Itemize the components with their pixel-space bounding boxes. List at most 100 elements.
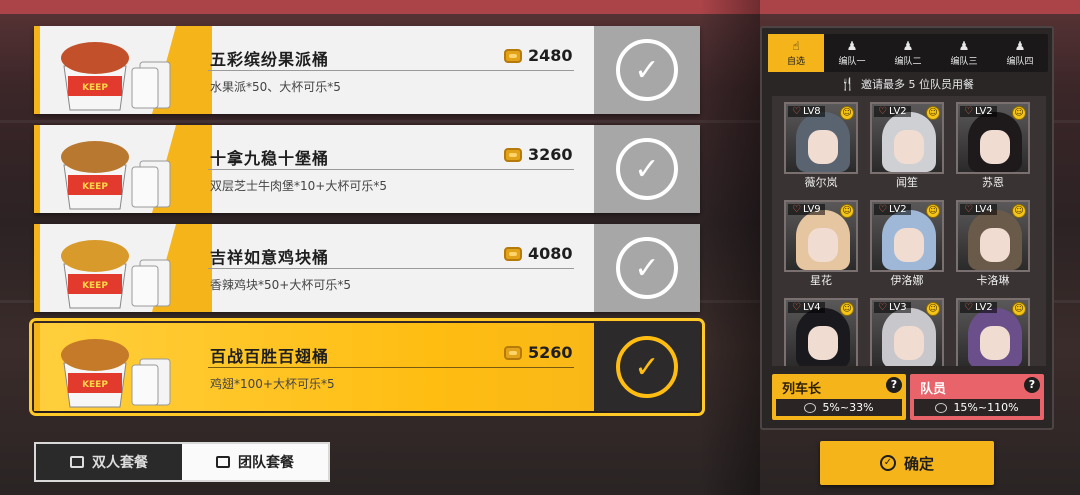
- level-badge: LV2: [960, 302, 997, 313]
- character-roster: LV8 ☺ 薇尔岚 LV2 ☺ 闻笙 LV2 ☺ 苏恩 LV9: [772, 96, 1046, 366]
- tab-label: 自选: [786, 56, 805, 67]
- card-accent: [34, 224, 40, 312]
- level-badge: LV8: [788, 106, 825, 117]
- character-face: [980, 228, 1010, 262]
- check-icon: ✓: [616, 39, 678, 101]
- character-card[interactable]: LV3 ☺: [870, 298, 944, 366]
- bonus-range-value: 5%~33%: [822, 401, 874, 414]
- level-badge: LV2: [874, 204, 911, 215]
- character-card[interactable]: LV9 ☺ 星花: [784, 200, 858, 288]
- svg-text:KEEP: KEEP: [82, 182, 108, 192]
- set-type-tabs: 双人套餐 团队套餐: [34, 442, 330, 482]
- tab-duo-set[interactable]: 双人套餐: [36, 444, 182, 480]
- meal-card-selected[interactable]: KEEP 百战百胜百翅桶 鸡翅*100+大杯可乐*5 5260 ✓: [29, 318, 705, 416]
- character-portrait: LV8 ☺: [784, 102, 858, 174]
- character-face: [808, 130, 838, 164]
- meal-divider: [208, 70, 574, 71]
- character-face: [894, 228, 924, 262]
- mood-icon: ☺: [926, 204, 940, 218]
- heart-icon: [935, 402, 948, 413]
- team-icon: ♟: [902, 38, 914, 53]
- mood-icon: ☺: [840, 106, 854, 120]
- character-face: [894, 130, 924, 164]
- confirm-button[interactable]: ✓ 确定: [820, 441, 994, 485]
- character-face: [894, 326, 924, 360]
- bucket-icon: KEEP: [61, 339, 171, 408]
- member-slot[interactable]: 队员 ? 15%~110%: [910, 374, 1044, 420]
- character-name: 薇尔岚: [804, 176, 838, 189]
- character-name: 伊洛娜: [890, 274, 924, 287]
- coin-icon: [504, 345, 522, 360]
- svg-text:KEEP: KEEP: [82, 83, 108, 93]
- svg-text:KEEP: KEEP: [82, 380, 108, 390]
- meal-name: 十拿九稳十堡桶: [210, 149, 330, 168]
- price-value: 5260: [528, 343, 573, 362]
- card-accent: [34, 26, 40, 114]
- mood-icon: ☺: [926, 106, 940, 120]
- mood-icon: ☺: [1012, 106, 1026, 120]
- character-card[interactable]: LV2 ☺ 苏恩: [956, 102, 1030, 190]
- character-portrait: LV3 ☺: [870, 298, 944, 366]
- character-card[interactable]: LV2 ☺ 闻笙: [870, 102, 944, 190]
- pointer-icon: ☝: [792, 38, 800, 53]
- meal-price: 4080: [504, 244, 573, 263]
- team-icon: ♟: [958, 38, 970, 53]
- character-card[interactable]: LV2 ☺ 伊洛娜: [870, 200, 944, 288]
- select-button[interactable]: ✓: [594, 26, 700, 114]
- bucket-icon: KEEP: [61, 240, 171, 309]
- select-button[interactable]: ✓: [594, 224, 700, 312]
- price-value: 2480: [528, 46, 573, 65]
- tab-formation-2[interactable]: ♟ 编队二: [880, 34, 936, 72]
- tab-label: 编队一: [838, 56, 866, 67]
- svg-text:KEEP: KEEP: [82, 281, 108, 291]
- mood-icon: ☺: [1012, 204, 1026, 218]
- check-icon: ✓: [616, 138, 678, 200]
- tab-team-set[interactable]: 团队套餐: [182, 444, 328, 480]
- tab-custom[interactable]: ☝ 自选: [768, 34, 824, 72]
- character-portrait: LV2 ☺: [956, 298, 1030, 366]
- bucket-icon: KEEP: [61, 42, 171, 111]
- meal-card[interactable]: KEEP 五彩缤纷果派桶 水果派*50、大杯可乐*5 2480 ✓: [34, 26, 700, 114]
- character-card[interactable]: LV8 ☺ 薇尔岚: [784, 102, 858, 190]
- tab-formation-3[interactable]: ♟ 编队三: [936, 34, 992, 72]
- tab-formation-1[interactable]: ♟ 编队一: [824, 34, 880, 72]
- character-card[interactable]: LV2 ☺: [956, 298, 1030, 366]
- meal-description: 香辣鸡块*50+大杯可乐*5: [210, 278, 351, 292]
- fork-knife-icon: 🍴: [840, 77, 855, 91]
- mood-icon: ☺: [1012, 302, 1026, 316]
- character-portrait: LV4 ☺: [956, 200, 1030, 272]
- mood-icon: ☺: [840, 302, 854, 316]
- meal-description: 双层芝士牛肉堡*10+大杯可乐*5: [210, 179, 387, 193]
- level-badge: LV4: [960, 204, 997, 215]
- tab-formation-4[interactable]: ♟ 编队四: [992, 34, 1048, 72]
- team-tabs: ☝ 自选 ♟ 编队一 ♟ 编队二 ♟ 编队三 ♟ 编队四: [768, 34, 1048, 72]
- captain-slot[interactable]: 列车长 ? 5%~33%: [772, 374, 906, 420]
- coin-icon: [504, 246, 522, 261]
- meal-divider: [208, 268, 574, 269]
- tab-label: 团队套餐: [238, 455, 294, 471]
- bucket-icon: KEEP: [61, 141, 171, 210]
- bonus-range: 15%~110%: [914, 399, 1040, 416]
- character-portrait: LV2 ☺: [870, 102, 944, 174]
- select-button[interactable]: ✓: [594, 323, 700, 411]
- team-set-icon: [216, 456, 230, 468]
- help-icon[interactable]: ?: [1024, 377, 1040, 393]
- character-card[interactable]: LV4 ☺: [784, 298, 858, 366]
- meal-description: 鸡翅*100+大杯可乐*5: [210, 377, 335, 391]
- tab-label: 编队二: [894, 56, 922, 67]
- select-button[interactable]: ✓: [594, 125, 700, 213]
- meal-price: 3260: [504, 145, 573, 164]
- duo-set-icon: [70, 456, 84, 468]
- meal-name: 百战百胜百翅桶: [210, 347, 330, 366]
- team-icon: ♟: [846, 38, 858, 53]
- meal-card[interactable]: KEEP 十拿九稳十堡桶 双层芝士牛肉堡*10+大杯可乐*5 3260 ✓: [34, 125, 700, 213]
- mood-icon: ☺: [926, 302, 940, 316]
- character-card[interactable]: LV4 ☺ 卡洛琳: [956, 200, 1030, 288]
- character-name: 闻笙: [896, 176, 918, 189]
- meal-card[interactable]: KEEP 吉祥如意鸡块桶 香辣鸡块*50+大杯可乐*5 4080 ✓: [34, 224, 700, 312]
- help-icon[interactable]: ?: [886, 377, 902, 393]
- level-badge: LV3: [874, 302, 911, 313]
- team-panel: ☝ 自选 ♟ 编队一 ♟ 编队二 ♟ 编队三 ♟ 编队四 🍴 邀请最多 5 位队员…: [760, 26, 1054, 430]
- meal-name: 吉祥如意鸡块桶: [210, 248, 330, 267]
- mood-icon: ☺: [840, 204, 854, 218]
